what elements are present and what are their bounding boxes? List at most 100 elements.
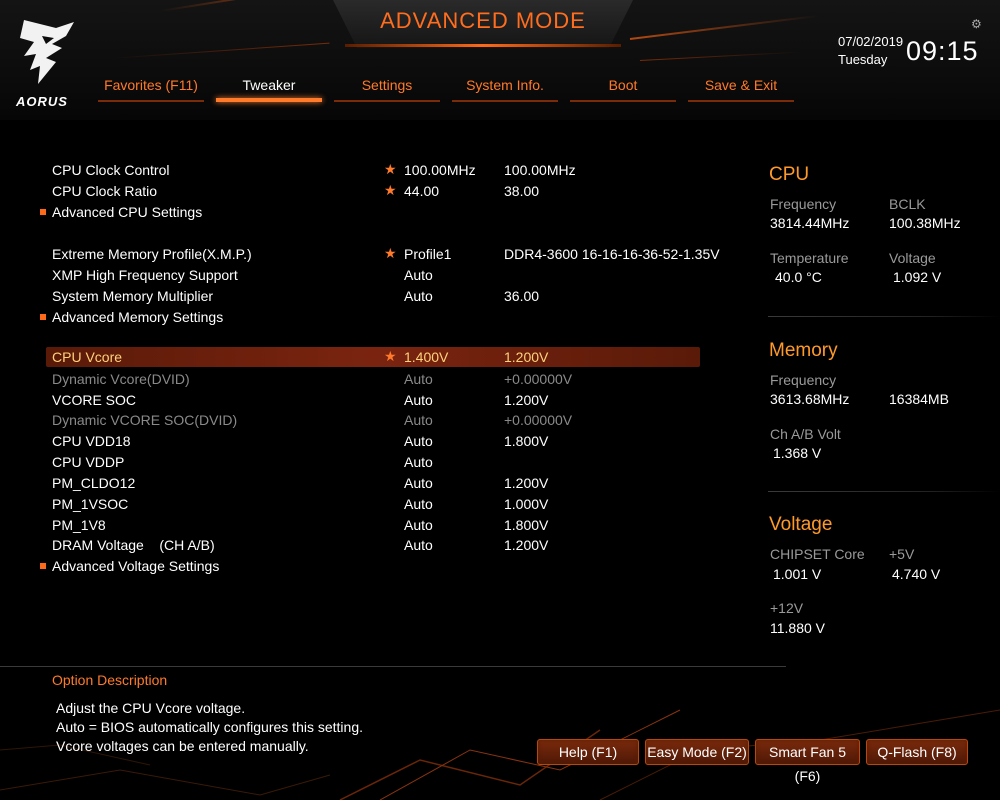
- submenu-bullet-icon: [40, 209, 46, 215]
- setting-cpu-clock-ratio[interactable]: CPU Clock Ratio ★ 44.00 38.00: [46, 181, 700, 201]
- date-display: 07/02/2019: [838, 34, 904, 49]
- setting-current: 1.800V: [504, 433, 549, 449]
- setting-name: CPU Clock Control: [52, 162, 170, 178]
- setting-current: 1.200V: [504, 537, 549, 553]
- memory-section-title: Memory: [769, 340, 838, 361]
- setting-xmp-profile[interactable]: Extreme Memory Profile(X.M.P.) ★ Profile…: [46, 244, 720, 264]
- cpu-frequency-label: Frequency: [770, 196, 837, 212]
- plus12v-value: 11.880 V: [770, 620, 826, 636]
- memory-volt-value: 1.368 V: [773, 445, 822, 461]
- smart-fan-button[interactable]: Smart Fan 5 (F6): [755, 739, 860, 784]
- setting-name: Dynamic Vcore(DVID): [52, 371, 190, 387]
- setting-value: Auto: [404, 392, 433, 408]
- cpu-bclk-label: BCLK: [889, 196, 926, 212]
- tab-label: Settings: [361, 77, 413, 93]
- setting-system-memory-multiplier[interactable]: System Memory Multiplier Auto 36.00: [46, 286, 700, 306]
- setting-value: Auto: [404, 288, 433, 304]
- submenu-advanced-memory-settings[interactable]: Advanced Memory Settings: [40, 307, 700, 327]
- aorus-logo-text: AORUS: [16, 94, 68, 109]
- help-button[interactable]: Help (F1): [537, 739, 639, 765]
- header-decor-streak: [629, 14, 819, 40]
- setting-xmp-high-frequency[interactable]: XMP High Frequency Support Auto: [46, 265, 700, 285]
- setting-name: PM_1VSOC: [52, 496, 129, 512]
- setting-pm-cldo12[interactable]: PM_CLDO12 Auto 1.200V: [46, 473, 700, 493]
- setting-value: Auto: [404, 496, 433, 512]
- setting-value: 1.400V: [404, 349, 449, 365]
- tab-underline: [688, 100, 794, 102]
- setting-name: PM_1V8: [52, 517, 106, 533]
- easy-mode-button[interactable]: Easy Mode (F2): [645, 739, 749, 765]
- tab-save-exit[interactable]: Save & Exit: [688, 74, 794, 102]
- cpu-bclk-value: 100.38MHz: [889, 215, 961, 231]
- setting-vcore-soc[interactable]: VCORE SOC Auto 1.200V: [46, 390, 700, 410]
- header-decor-streak: [639, 51, 800, 61]
- setting-name: PM_CLDO12: [52, 475, 136, 491]
- setting-cpu-vdd18[interactable]: CPU VDD18 Auto 1.800V: [46, 431, 700, 451]
- submenu-advanced-cpu-settings[interactable]: Advanced CPU Settings: [40, 202, 700, 222]
- option-description-line: Auto = BIOS automatically configures thi…: [56, 719, 363, 735]
- plus12v-label: +12V: [770, 600, 804, 616]
- memory-frequency-label: Frequency: [770, 372, 837, 388]
- setting-value: 100.00MHz: [404, 162, 476, 178]
- tab-settings[interactable]: Settings: [334, 74, 440, 102]
- setting-name: CPU VDD18: [52, 433, 131, 449]
- setting-cpu-clock-control[interactable]: CPU Clock Control ★ 100.00MHz 100.00MHz: [46, 160, 700, 180]
- setting-cpu-vddp[interactable]: CPU VDDP Auto: [46, 452, 700, 472]
- setting-current: 1.800V: [504, 517, 549, 533]
- setting-name: CPU VDDP: [52, 454, 125, 470]
- cpu-temperature-value: 40.0 °C: [775, 269, 822, 285]
- setting-value: Auto: [404, 267, 433, 283]
- setting-pm-1v8[interactable]: PM_1V8 Auto 1.800V: [46, 515, 700, 535]
- setting-current: 1.200V: [504, 349, 549, 365]
- option-description-title: Option Description: [52, 672, 168, 688]
- option-description-line: Vcore voltages can be entered manually.: [56, 738, 309, 754]
- setting-name: CPU Vcore: [52, 349, 123, 365]
- setting-value: Auto: [404, 371, 433, 387]
- tab-boot[interactable]: Boot: [570, 74, 676, 102]
- setting-value: Profile1: [404, 246, 452, 262]
- memory-size-value: 16384MB: [889, 391, 949, 407]
- tab-underline: [98, 100, 204, 102]
- setting-pm-1vsoc[interactable]: PM_1VSOC Auto 1.000V: [46, 494, 700, 514]
- memory-frequency-value: 3613.68MHz: [770, 391, 850, 407]
- setting-current: 1.200V: [504, 392, 549, 408]
- setting-name: XMP High Frequency Support: [52, 267, 238, 283]
- title-plate-edge: [345, 44, 621, 47]
- setting-name: Advanced Memory Settings: [52, 309, 224, 325]
- setting-value: Auto: [404, 537, 433, 553]
- tab-favorites[interactable]: Favorites (F11): [98, 74, 204, 102]
- setting-name: Advanced Voltage Settings: [52, 558, 220, 574]
- setting-dram-voltage[interactable]: DRAM Voltage (CH A/B) Auto 1.200V: [46, 535, 700, 555]
- setting-name: System Memory Multiplier: [52, 288, 214, 304]
- plus5v-value: 4.740 V: [892, 566, 941, 582]
- setting-current: DDR4-3600 16-16-16-36-52-1.35V: [504, 246, 720, 262]
- settings-gear-icon[interactable]: ⚙: [971, 17, 982, 31]
- chipset-core-value: 1.001 V: [773, 566, 822, 582]
- day-display: Tuesday: [838, 52, 888, 67]
- setting-current: +0.00000V: [504, 371, 573, 387]
- modified-star-icon: ★: [384, 348, 397, 364]
- chipset-core-label: CHIPSET Core: [770, 546, 865, 562]
- page-title: ADVANCED MODE: [380, 8, 586, 33]
- cpu-section-title: CPU: [769, 164, 810, 185]
- q-flash-button[interactable]: Q-Flash (F8): [866, 739, 968, 765]
- submenu-advanced-voltage-settings[interactable]: Advanced Voltage Settings: [40, 556, 700, 576]
- submenu-bullet-icon: [40, 563, 46, 569]
- header-decor-streak: [159, 0, 329, 12]
- setting-current: 100.00MHz: [504, 162, 576, 178]
- cpu-frequency-value: 3814.44MHz: [770, 215, 850, 231]
- setting-value: Auto: [404, 475, 433, 491]
- setting-name: Extreme Memory Profile(X.M.P.): [52, 246, 252, 262]
- setting-value: Auto: [404, 517, 433, 533]
- header-decor-streak: [109, 42, 330, 59]
- tab-tweaker[interactable]: Tweaker: [216, 74, 322, 102]
- setting-current: 1.000V: [504, 496, 549, 512]
- setting-cpu-vcore[interactable]: CPU Vcore ★ 1.400V 1.200V: [46, 347, 700, 367]
- setting-current: 1.200V: [504, 475, 549, 491]
- setting-value: Auto: [404, 433, 433, 449]
- setting-current: 36.00: [504, 288, 540, 304]
- cpu-voltage-value: 1.092 V: [893, 269, 942, 285]
- setting-value: Auto: [404, 412, 433, 428]
- tab-system-info[interactable]: System Info.: [452, 74, 558, 102]
- setting-current: +0.00000V: [504, 412, 573, 428]
